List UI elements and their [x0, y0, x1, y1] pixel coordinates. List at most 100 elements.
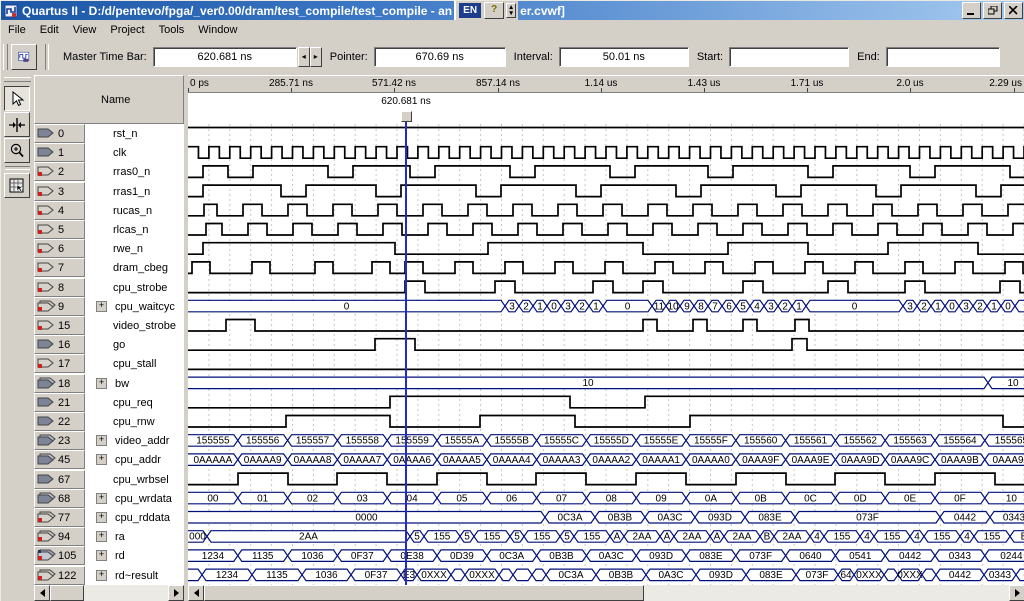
signal-name-cell[interactable]: +ra: [85, 527, 184, 546]
waveform-editor-icon[interactable]: [11, 44, 37, 70]
time-cursor-handle[interactable]: [401, 111, 412, 122]
pin-number-cell[interactable]: 15: [34, 316, 85, 335]
expand-toggle-icon[interactable]: +: [96, 531, 107, 542]
restore-button[interactable]: [983, 2, 1002, 19]
menu-file[interactable]: File: [1, 22, 33, 38]
name-panel-scrollbar[interactable]: [34, 585, 184, 601]
scroll-right-icon[interactable]: [168, 585, 184, 601]
spin-right-icon[interactable]: ▸: [310, 47, 322, 67]
signal-name-label: video_addr: [115, 435, 169, 447]
cursor-margin[interactable]: [188, 93, 1024, 124]
minimize-button[interactable]: [962, 2, 981, 19]
signal-name-cell[interactable]: +cpu_rddata: [85, 508, 184, 527]
expand-toggle-icon[interactable]: +: [96, 493, 107, 504]
time-bar-tool-button[interactable]: [4, 112, 30, 137]
signal-name-cell[interactable]: cpu_strobe: [85, 278, 184, 297]
pin-number-cell[interactable]: 1: [34, 143, 85, 162]
signal-name-cell[interactable]: +cpu_wrdata: [85, 489, 184, 508]
output-bus-icon: [37, 530, 56, 543]
scroll-left-icon[interactable]: [34, 585, 50, 601]
signal-name-cell[interactable]: + video_addr: [85, 431, 184, 450]
signal-name-cell[interactable]: rucas_n: [85, 201, 184, 220]
signal-name-cell[interactable]: go: [85, 335, 184, 354]
signal-name-cell[interactable]: +rd~result: [85, 566, 184, 585]
pin-number-cell[interactable]: 2: [34, 162, 85, 181]
time-cursor-line[interactable]: [405, 120, 407, 585]
pin-number-cell[interactable]: 5: [34, 220, 85, 239]
pin-number-cell[interactable]: 45: [34, 450, 85, 469]
signal-name-cell[interactable]: rras1_n: [85, 182, 184, 201]
toolbar-grip[interactable]: [3, 44, 8, 70]
expand-toggle-icon[interactable]: +: [96, 570, 107, 581]
menu-project[interactable]: Project: [103, 22, 151, 38]
master-time-bar-field[interactable]: 620.681 ns: [153, 47, 297, 67]
language-help-icon[interactable]: ?: [484, 2, 504, 19]
language-options-icon[interactable]: ▴▾: [506, 3, 516, 18]
palette-grip[interactable]: [4, 77, 31, 82]
pin-number-cell[interactable]: 105: [34, 546, 85, 565]
signal-name-cell[interactable]: dram_cbeg: [85, 258, 184, 277]
pin-number-cell[interactable]: 8: [34, 278, 85, 297]
signal-name-cell[interactable]: cpu_wrbsel: [85, 470, 184, 489]
expand-toggle-icon[interactable]: +: [96, 378, 107, 389]
grid-tool-button[interactable]: [4, 173, 30, 198]
pin-number-cell[interactable]: 9: [34, 297, 85, 316]
pin-number-cell[interactable]: 68: [34, 489, 85, 508]
signal-name-cell[interactable]: +rd: [85, 546, 184, 565]
signal-name-cell[interactable]: rlcas_n: [85, 220, 184, 239]
master-time-bar-spinner[interactable]: ◂▸: [298, 47, 322, 67]
end-field[interactable]: [886, 47, 1000, 67]
expand-toggle-icon[interactable]: +: [96, 435, 107, 446]
pin-number-cell[interactable]: 17: [34, 354, 85, 373]
pin-number-cell[interactable]: 94: [34, 527, 85, 546]
signal-name-cell[interactable]: cpu_stall: [85, 354, 184, 373]
pin-number-cell[interactable]: 16: [34, 335, 85, 354]
spin-left-icon[interactable]: ◂: [298, 47, 310, 67]
expand-toggle-icon[interactable]: +: [96, 301, 107, 312]
language-indicator[interactable]: EN: [459, 3, 481, 18]
signal-name-cell[interactable]: cpu_req: [85, 393, 184, 412]
time-ruler[interactable]: 0 ps285.71 ns571.42 ns857.14 ns1.14 us1.…: [188, 75, 1024, 93]
signal-name-cell[interactable]: cpu_rnw: [85, 412, 184, 431]
pin-number-cell[interactable]: 22: [34, 412, 85, 431]
svg-text:0AAAA3: 0AAAA3: [543, 455, 581, 466]
pin-number-cell[interactable]: 3: [34, 182, 85, 201]
pin-number-cell[interactable]: 7: [34, 258, 85, 277]
pin-number-cell[interactable]: 4: [34, 201, 85, 220]
close-button[interactable]: [1004, 2, 1023, 19]
menu-tools[interactable]: Tools: [152, 22, 192, 38]
menu-view[interactable]: View: [66, 22, 104, 38]
wave-scroll-right-icon[interactable]: [1009, 585, 1024, 601]
signal-name-cell[interactable]: +cpu_waitcyc: [85, 297, 184, 316]
pin-number-cell[interactable]: 6: [34, 239, 85, 258]
signal-name-cell[interactable]: rst_n: [85, 124, 184, 143]
pin-number-cell[interactable]: 77: [34, 508, 85, 527]
pin-number-cell[interactable]: 0: [34, 124, 85, 143]
wave-scroll-left-icon[interactable]: [188, 585, 204, 601]
pin-number-cell[interactable]: 18: [34, 374, 85, 393]
signal-name-cell[interactable]: rwe_n: [85, 239, 184, 258]
signal-name-cell[interactable]: video_strobe: [85, 316, 184, 335]
name-scrollbar-thumb[interactable]: [50, 585, 84, 601]
expand-toggle-icon[interactable]: +: [96, 550, 107, 561]
pin-number-cell[interactable]: 21: [34, 393, 85, 412]
zoom-tool-button[interactable]: [4, 138, 30, 163]
signal-name-cell[interactable]: clk: [85, 143, 184, 162]
svg-text:E: E: [1021, 532, 1024, 543]
expand-toggle-icon[interactable]: +: [96, 454, 107, 465]
pin-number-cell[interactable]: 23: [34, 431, 85, 450]
start-field[interactable]: [729, 47, 849, 67]
waveform-scrollbar[interactable]: [188, 585, 1024, 601]
selection-tool-button[interactable]: [4, 86, 30, 111]
wave-scrollbar-thumb[interactable]: [204, 585, 644, 601]
menu-window[interactable]: Window: [191, 22, 244, 38]
pin-number-cell[interactable]: 122: [34, 566, 85, 585]
waveform-area[interactable]: 0321032101110987654321032103210110101555…: [188, 124, 1024, 585]
expand-toggle-icon[interactable]: +: [96, 512, 107, 523]
signal-name-cell[interactable]: +bw: [85, 374, 184, 393]
menu-edit[interactable]: Edit: [33, 22, 66, 38]
waveform-svg[interactable]: 0321032101110987654321032103210110101555…: [188, 124, 1024, 585]
signal-name-cell[interactable]: rras0_n: [85, 162, 184, 181]
signal-name-cell[interactable]: +cpu_addr: [85, 450, 184, 469]
pin-number-cell[interactable]: 67: [34, 470, 85, 489]
